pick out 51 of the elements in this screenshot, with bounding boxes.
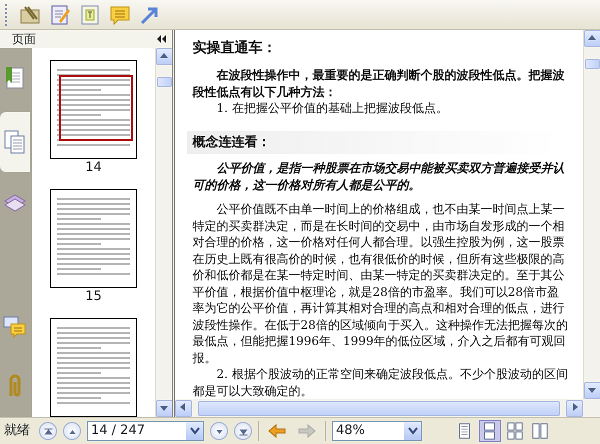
page-thumbnail[interactable] <box>50 60 137 159</box>
scrollbar-thumb[interactable] <box>198 400 560 416</box>
left-arrow-icon <box>178 402 188 412</box>
page-number-field[interactable]: 14 / 247 <box>87 420 204 440</box>
last-page-button[interactable] <box>234 422 252 440</box>
caret-icon <box>190 426 200 435</box>
page-number: 15 <box>85 288 102 306</box>
section-title: 实操直通车： <box>192 38 278 58</box>
scrollbar-thumb[interactable] <box>156 77 172 87</box>
scrollbar-thumb[interactable] <box>584 59 600 69</box>
up-arrow-icon <box>68 428 76 436</box>
horizontal-scrollbar[interactable] <box>174 399 600 417</box>
page-number: 14 <box>85 159 102 177</box>
visible-area-frame[interactable] <box>59 75 133 141</box>
two-page-icon <box>531 422 549 440</box>
scroll-up-button[interactable] <box>584 30 600 47</box>
paragraph: 在波段性操作中，最重要的是正确判断个股的波段性低点。把握波段性低点有以下几种方法： <box>192 67 566 100</box>
dropdown-button[interactable] <box>404 422 421 440</box>
scroll-down-button[interactable] <box>156 400 172 417</box>
collapse-icon[interactable] <box>157 35 166 43</box>
up-arrow-icon <box>44 428 52 436</box>
status-text: 就绪 <box>4 422 30 440</box>
page-thumbnail[interactable] <box>50 318 137 417</box>
scroll-left-button[interactable] <box>174 400 192 416</box>
down-arrow-icon <box>238 428 248 436</box>
list-item: 1. 在把握公平价值的基础上把握波段低点。 <box>216 100 449 116</box>
up-arrow-icon <box>159 50 169 61</box>
scroll-up-button[interactable] <box>156 48 172 65</box>
dropdown-button[interactable] <box>186 422 203 440</box>
continuous-page-button[interactable] <box>479 420 501 442</box>
vertical-scrollbar[interactable] <box>155 48 172 417</box>
facing-pages-icon <box>506 422 524 440</box>
arrow-icon <box>297 423 317 440</box>
panel-title: 页面 <box>12 31 36 48</box>
previous-page-button[interactable] <box>63 422 81 440</box>
arrow-icon <box>267 423 287 440</box>
comments-icon <box>2 314 28 340</box>
zoom-field[interactable]: 48% <box>332 420 422 440</box>
list-item: 2. 根据个股波动的正常空间来确定波段低点。不少个股波动的区间都是可以大致确定的。 <box>192 366 569 399</box>
down-arrow-icon <box>214 428 224 436</box>
first-page-button[interactable] <box>39 422 57 440</box>
paragraph: 公平价值既不由单一时间上的价格组成，也不由某一时间点上某一特定的买卖群决定，而是在长时间的交易中，由市场自发形成的一个相对合理的价格，这一价格对任何人都合理。以强生控股为例，这一股票在历史上既有很高价的时候，也有很低价的时候，但所有这些极限的高价和低价都是在某一特定时间、由某一特定的买卖群决定的。至于其公平价值，根据价值中枢理论，就是28倍的市盈率。我们可以28倍市盈率为它的公平价值，再计算其相对合理的高点和相对合理的低点，进行波段性操作。在低于28倍的区域倾向于买入。这种操作无法把握每次的最低点，但能把握1996年、1999年的低位区域，介入之后都有可观回报。 <box>192 201 569 366</box>
up-arrow-icon <box>587 32 597 43</box>
page-thumbnail[interactable] <box>50 189 137 288</box>
scroll-down-button[interactable] <box>584 382 600 399</box>
definition-text: 公平价值，是指一种股票在市场交易中能被买卖双方普遍接受并认可的价格，这一价格对所有人都是公平的。 <box>192 160 566 193</box>
caret-icon <box>408 426 418 435</box>
pages-tab[interactable] <box>0 112 30 172</box>
vertical-scrollbar[interactable] <box>583 30 600 399</box>
scroll-right-button[interactable] <box>566 400 583 416</box>
next-page-button[interactable] <box>210 422 228 440</box>
